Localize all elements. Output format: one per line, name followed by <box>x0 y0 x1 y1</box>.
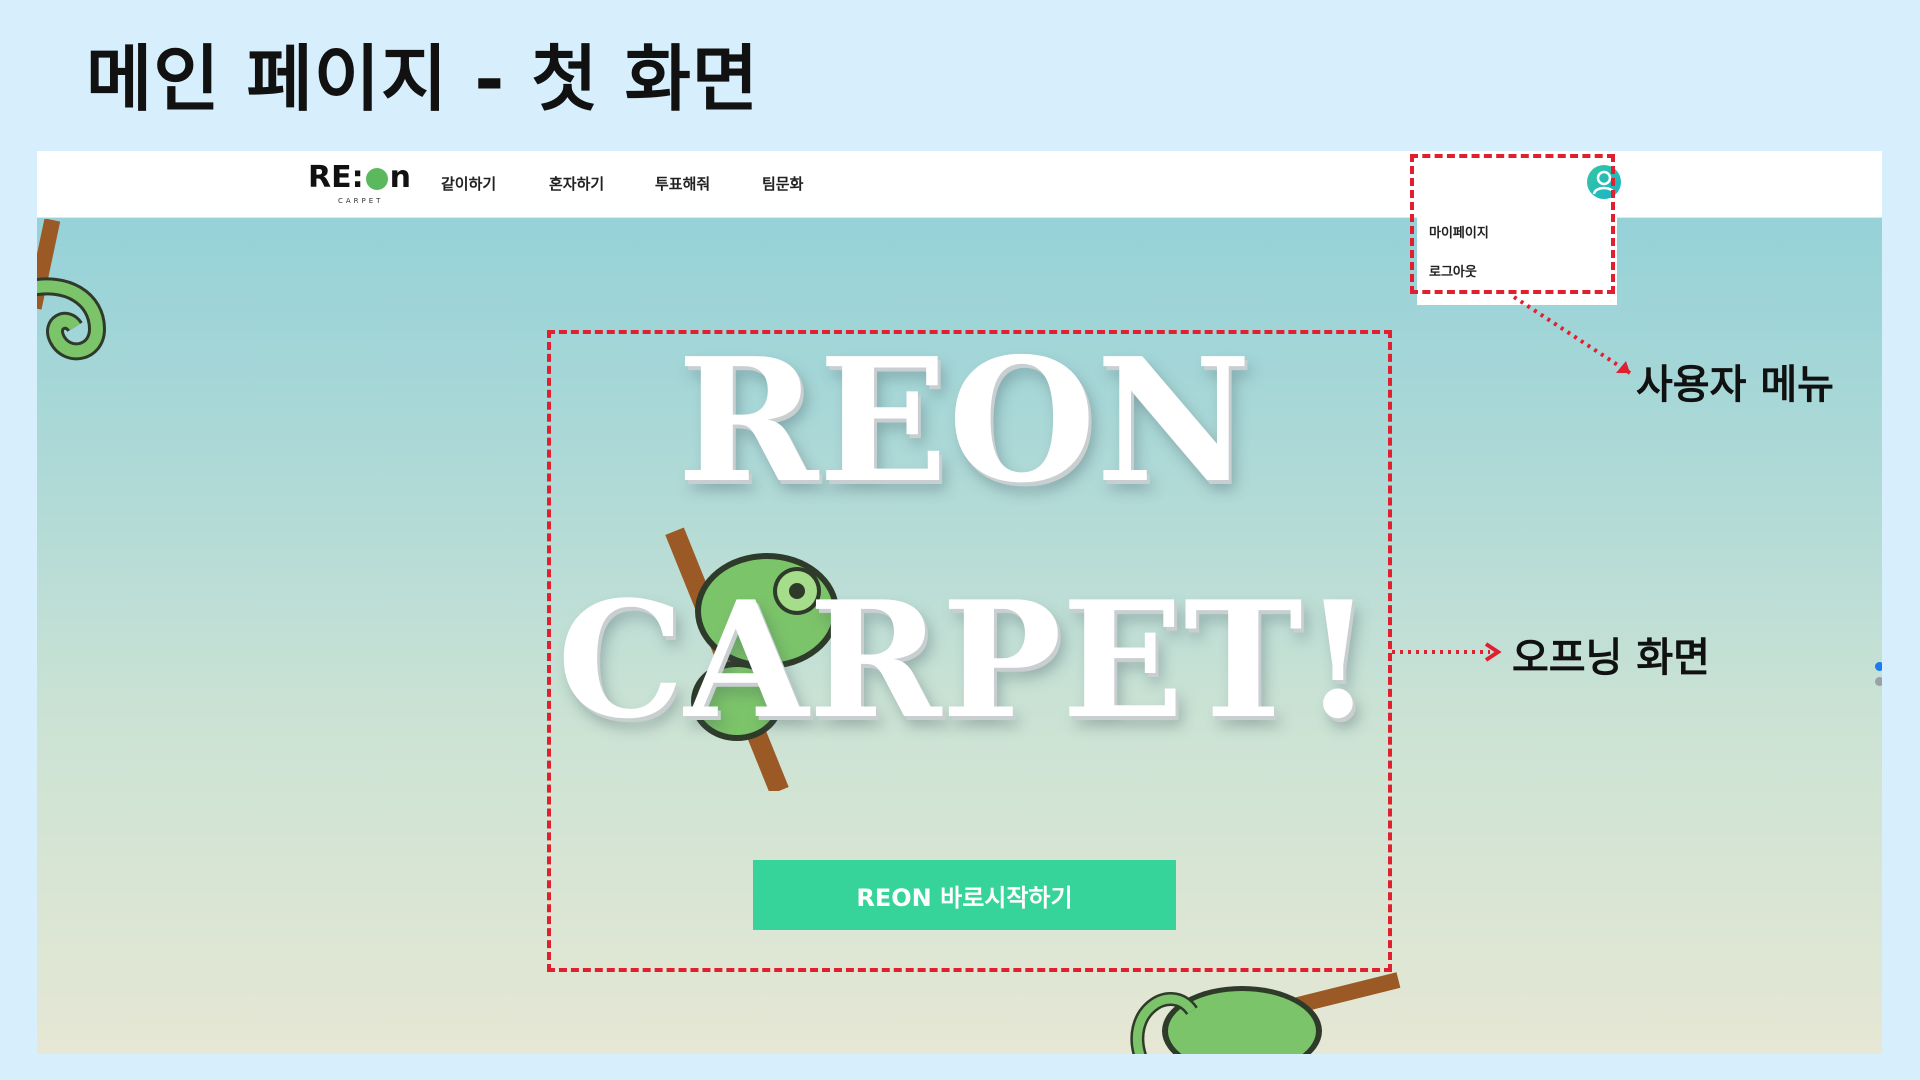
website-screenshot: RE: n CARPET 같이하기 혼자하기 투표해줘 팀문화 마이페이지 로그… <box>37 151 1882 1054</box>
logo[interactable]: RE: n CARPET <box>308 160 411 206</box>
opening-screen-annotation: 오프닝 화면 <box>1512 635 1710 681</box>
user-menu-annotation: 사용자 메뉴 <box>1636 362 1834 408</box>
chameleon-logo-icon <box>365 168 388 190</box>
page-dot[interactable] <box>1875 677 1882 686</box>
logo-text: RE: <box>308 160 364 195</box>
slide-title: 메인 페이지 - 첫 화면 <box>86 37 760 121</box>
opening-annotation-arrow <box>1392 642 1502 662</box>
nav-item-alone[interactable]: 혼자하기 <box>549 173 604 194</box>
nav-item-vote[interactable]: 투표해줘 <box>655 173 710 194</box>
nav-item-team-culture[interactable]: 팀문화 <box>762 173 803 194</box>
chameleon-tail-top-left-illustration <box>37 219 107 361</box>
user-menu-highlight-box <box>1410 154 1615 294</box>
user-menu-annotation-arrow <box>1512 295 1632 375</box>
logo-subtext: CARPET <box>338 197 384 205</box>
page-dot-active[interactable] <box>1875 662 1882 671</box>
logo-text-tail: n <box>389 160 411 195</box>
nav-item-together[interactable]: 같이하기 <box>441 173 496 194</box>
opening-screen-highlight-box <box>547 330 1392 972</box>
